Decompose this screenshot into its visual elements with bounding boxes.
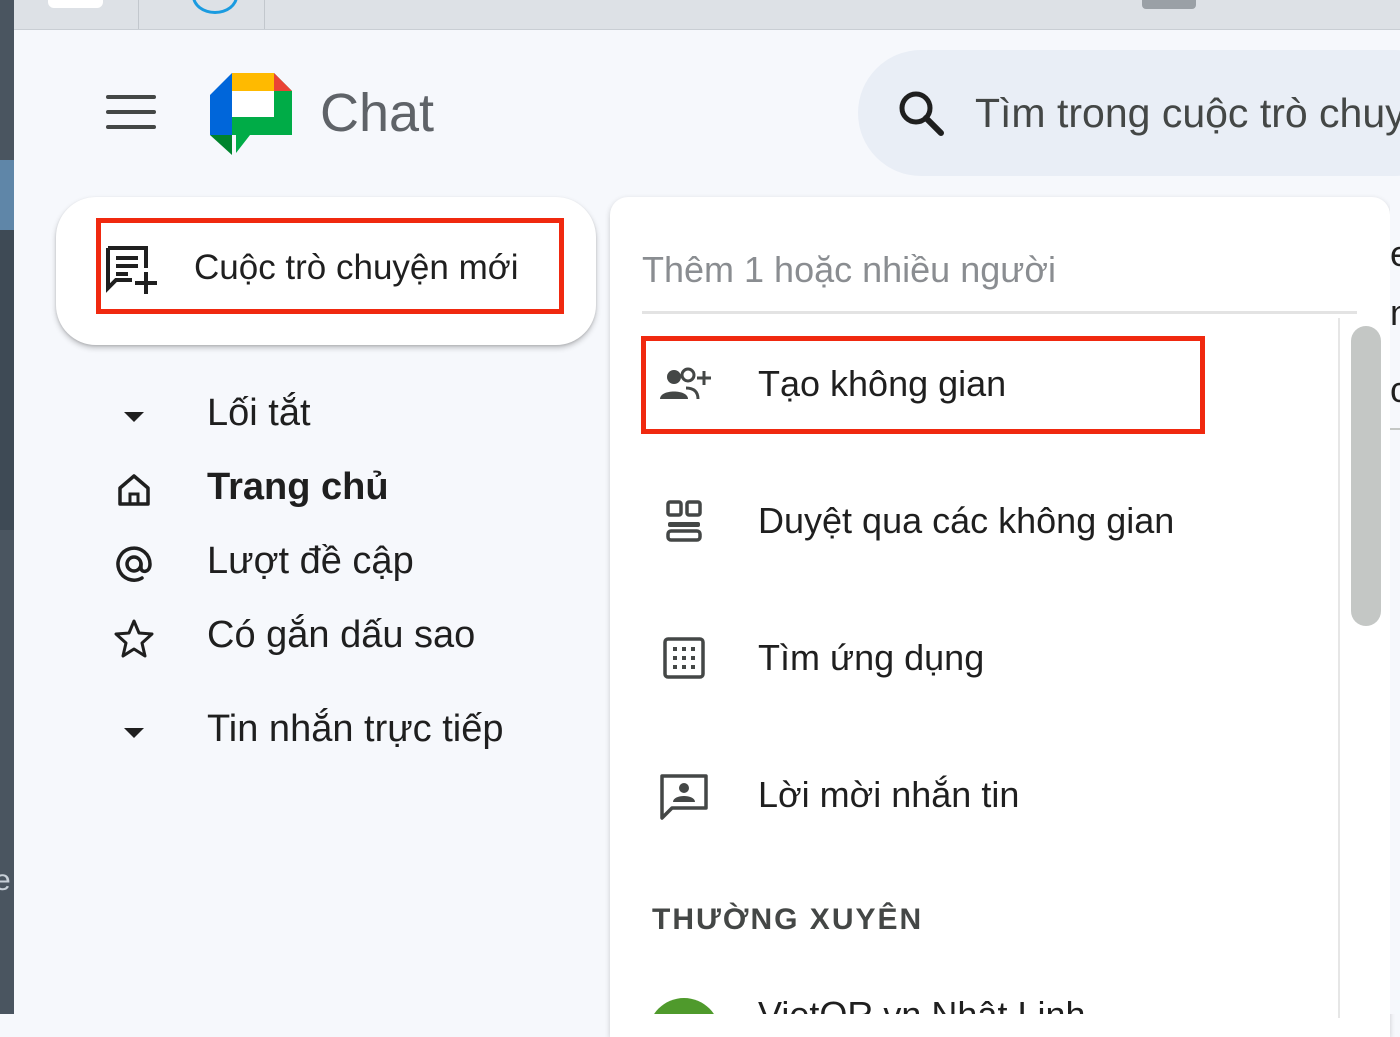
browser-tab-icon[interactable] bbox=[192, 0, 238, 14]
menu-item-label: Duyệt qua các không gian bbox=[758, 500, 1175, 541]
menu-item-message-requests[interactable]: Lời mời nhắn tin bbox=[642, 746, 1332, 846]
menu-item-label: Tìm ứng dụng bbox=[758, 637, 985, 678]
add-group-icon bbox=[660, 367, 711, 400]
background-content-edge: e n c bbox=[1390, 197, 1400, 1014]
sidebar-item-label: Trang chủ bbox=[207, 466, 389, 508]
avatar bbox=[648, 998, 720, 1014]
desktop-edge: e bbox=[0, 0, 14, 1014]
search-input[interactable]: Tìm trong cuộc trò chuyện bbox=[975, 90, 1400, 137]
add-people-input[interactable] bbox=[642, 228, 1357, 314]
frequent-section-title: THƯỜNG XUYÊN bbox=[652, 903, 924, 936]
at-icon bbox=[116, 546, 152, 582]
sidebar-item-starred[interactable]: Có gắn dấu sao bbox=[100, 612, 580, 662]
menu-item-browse-spaces[interactable]: Duyệt qua các không gian bbox=[642, 472, 1332, 572]
new-chat-icon bbox=[106, 246, 157, 294]
frequent-contact-item[interactable]: VietQR.vn Nhật Linh bbox=[642, 990, 1332, 1014]
section-direct-messages-toggle[interactable]: Tin nhắn trực tiếp bbox=[100, 706, 580, 756]
sidebar-item-label: Có gắn dấu sao bbox=[207, 614, 476, 656]
search-icon[interactable] bbox=[896, 88, 946, 138]
browser-tab[interactable] bbox=[48, 0, 103, 8]
scrollbar-thumb[interactable] bbox=[1351, 326, 1381, 626]
section-shortcuts-label: Lối tắt bbox=[207, 392, 311, 434]
app-title: Chat bbox=[320, 83, 435, 143]
menu-item-label: Tạo không gian bbox=[758, 363, 1007, 404]
browser-tab-bar bbox=[14, 0, 1400, 30]
scrollbar-track bbox=[1338, 318, 1340, 1018]
star-icon bbox=[114, 619, 154, 658]
google-chat-logo-icon bbox=[210, 73, 292, 155]
section-shortcuts-toggle[interactable]: Lối tắt bbox=[100, 390, 580, 440]
menu-item-create-space[interactable]: Tạo không gian bbox=[642, 335, 1332, 435]
extension-icon[interactable] bbox=[1142, 0, 1196, 9]
sidebar-item-home[interactable]: Trang chủ bbox=[100, 464, 580, 514]
contact-name: VietQR.vn Nhật Linh bbox=[758, 994, 1086, 1014]
home-icon bbox=[118, 474, 150, 506]
apps-grid-icon bbox=[663, 637, 705, 679]
divider bbox=[1390, 428, 1400, 430]
new-chat-label: Cuộc trò chuyện mới bbox=[194, 248, 519, 287]
caret-down-icon bbox=[124, 412, 144, 422]
message-request-icon bbox=[660, 774, 708, 820]
browse-spaces-icon bbox=[666, 500, 702, 542]
caret-down-icon bbox=[124, 728, 144, 738]
menu-item-find-apps[interactable]: Tìm ứng dụng bbox=[642, 609, 1332, 709]
main-menu-button[interactable] bbox=[106, 95, 156, 131]
sidebar-item-label: Lượt đề cập bbox=[207, 540, 414, 582]
menu-item-label: Lời mời nhắn tin bbox=[758, 774, 1020, 815]
sidebar-item-mentions[interactable]: Lượt đề cập bbox=[100, 538, 580, 588]
section-direct-messages-label: Tin nhắn trực tiếp bbox=[207, 708, 504, 750]
